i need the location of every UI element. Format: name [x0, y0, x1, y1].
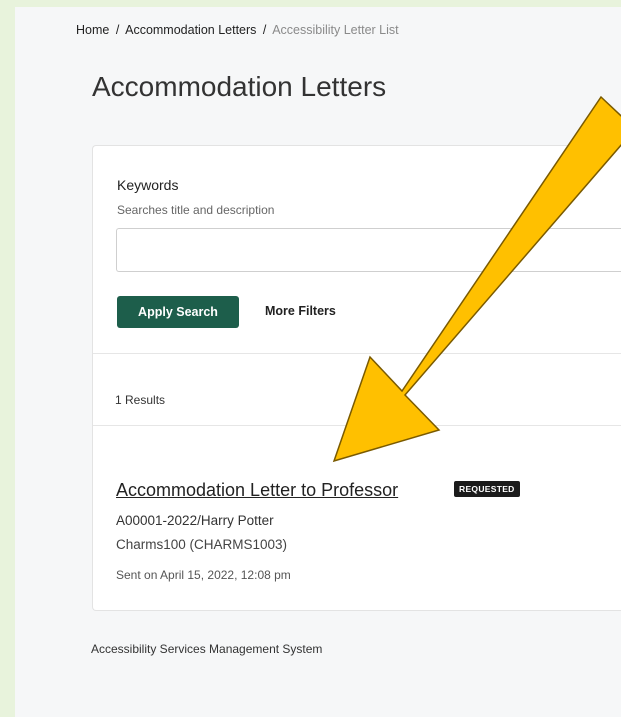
case-id: A00001-2022/Harry Potter [116, 513, 274, 528]
breadcrumb-accommodation-letters[interactable]: Accommodation Letters [125, 23, 256, 37]
breadcrumb: Home / Accommodation Letters / Accessibi… [76, 23, 399, 37]
page-title: Accommodation Letters [92, 71, 387, 102]
breadcrumb-home[interactable]: Home [76, 23, 109, 37]
breadcrumb-separator: / [115, 23, 120, 37]
course-name: Charms100 (CHARMS1003) [116, 537, 288, 552]
page-container: Home / Accommodation Letters / Accessibi… [15, 7, 621, 717]
letters-card: Keywords Searches title and description … [92, 145, 621, 611]
keywords-label: Keywords [117, 177, 179, 193]
divider [93, 425, 621, 426]
status-badge: REQUESTED [454, 481, 520, 497]
footer-text: Accessibility Services Management System [91, 642, 323, 656]
sent-on-date: Sent on April 15, 2022, 12:08 pm [116, 568, 291, 582]
more-filters-button[interactable]: More Filters [265, 304, 336, 318]
apply-search-button[interactable]: Apply Search [117, 296, 239, 328]
results-count: 1 Results [115, 393, 166, 407]
keywords-help-text: Searches title and description [117, 203, 275, 217]
keywords-input[interactable] [116, 228, 621, 272]
breadcrumb-separator: / [262, 23, 267, 37]
letter-title-link[interactable]: Accommodation Letter to Professor [116, 480, 398, 501]
breadcrumb-current: Accessibility Letter List [272, 23, 399, 37]
divider [93, 353, 621, 354]
